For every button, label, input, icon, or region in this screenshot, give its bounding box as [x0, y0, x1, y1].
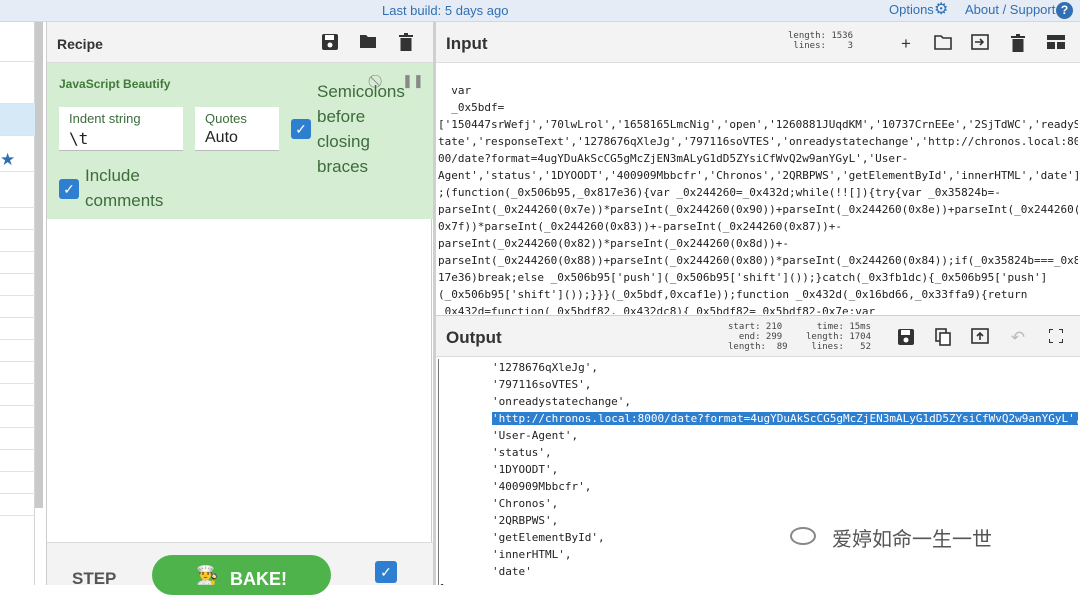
- code-line: var: [438, 84, 472, 97]
- bake-button[interactable]: 👨‍🍳 BAKE!: [152, 555, 331, 595]
- recipe-panel: Recipe JavaScript Beautify ⃠ ❚❚ Indent s…: [46, 22, 433, 595]
- code-line: 'status',: [439, 446, 552, 459]
- list-item[interactable]: [0, 230, 35, 252]
- operations-list: ★: [0, 22, 35, 585]
- last-build-text: Last build: 5 days ago: [382, 3, 509, 18]
- about-support-link[interactable]: About / Support: [965, 2, 1055, 17]
- step-button[interactable]: STEP: [72, 569, 116, 589]
- operation-name: JavaScript Beautify: [59, 77, 171, 91]
- list-item[interactable]: [0, 450, 35, 472]
- recipe-title: Recipe: [57, 36, 103, 52]
- copy-icon[interactable]: [933, 328, 953, 348]
- options-link[interactable]: Options: [889, 2, 934, 17]
- top-bar: Last build: 5 days ago Options ⚙ About /…: [0, 0, 1080, 22]
- star-icon[interactable]: ★: [0, 150, 15, 170]
- code-line: 'date': [439, 565, 532, 578]
- load-file-icon[interactable]: [970, 34, 990, 54]
- code-line: ;(function(_0x506b95,_0x817e36){var _0x2…: [438, 186, 1001, 199]
- folder-icon[interactable]: [358, 33, 378, 53]
- list-item[interactable]: [0, 340, 35, 362]
- recipe-header: Recipe: [47, 22, 433, 63]
- save-icon[interactable]: [320, 33, 340, 53]
- code-line: 'http://chronos.local:8000/date?format=4…: [439, 410, 1078, 427]
- semicolons-checkbox[interactable]: ✓: [291, 119, 311, 139]
- code-line: '797116soVTES',: [439, 378, 592, 391]
- open-folder-icon[interactable]: [933, 34, 953, 54]
- input-title: Input: [446, 34, 488, 53]
- plus-icon[interactable]: +: [896, 34, 916, 54]
- list-item[interactable]: [0, 208, 35, 230]
- list-item[interactable]: [0, 472, 35, 494]
- code-line: _0x5bdf=: [438, 101, 505, 114]
- selected-url-text[interactable]: 'http://chronos.local:8000/date?format=4…: [491, 412, 1078, 425]
- list-item[interactable]: [0, 252, 35, 274]
- indent-string-label: Indent string: [69, 111, 141, 126]
- output-title: Output: [446, 328, 502, 347]
- bake-label: BAKE!: [230, 569, 287, 589]
- operation-javascript-beautify: JavaScript Beautify ⃠ ❚❚ Indent string \…: [47, 63, 433, 219]
- code-line: parseInt(_0x244260(0x7e))*parseInt(_0x24…: [438, 203, 1078, 216]
- code-line: '1278676qXleJg',: [439, 361, 598, 374]
- code-line: Agent','status','1DYOODT','400909Mbbcfr'…: [438, 169, 1078, 182]
- trash-icon[interactable]: [1008, 34, 1028, 54]
- input-header: Input length: 1536 lines: 3 +: [436, 22, 1080, 63]
- quotes-select[interactable]: Quotes Auto: [195, 107, 279, 151]
- layout-icon[interactable]: [1046, 34, 1066, 54]
- replace-input-icon[interactable]: [970, 328, 990, 348]
- indent-string-field[interactable]: Indent string \t: [59, 107, 183, 151]
- output-header: Output start: 210 end: 299 length: 89 ti…: [436, 316, 1080, 357]
- code-line: 0x7f))*parseInt(_0x244260(0x83))+-parseI…: [438, 220, 842, 233]
- input-text-area[interactable]: var _0x5bdf= ['150447srWefj','70lwLrol','…: [438, 82, 1078, 314]
- code-line: 'Chronos',: [439, 497, 559, 510]
- code-line: (_0x506b95['shift']());}}}(_0x5bdf,0xcaf…: [438, 288, 1028, 301]
- scrollbar[interactable]: [35, 22, 43, 508]
- code-line: parseInt(_0x244260(0x88))+parseInt(_0x24…: [438, 254, 1078, 267]
- quotes-label: Quotes: [205, 111, 247, 126]
- code-line: _0x432d=function(_0x5bdf82,_0x432dc8){_0…: [438, 305, 876, 314]
- include-comments-label: Include comments: [85, 166, 164, 210]
- list-item[interactable]: [0, 104, 35, 136]
- include-comments-checkbox[interactable]: ✓: [59, 179, 79, 199]
- auto-bake-checkbox[interactable]: ✓: [375, 561, 397, 583]
- watermark-text: 爱婷如命一生一世: [832, 529, 992, 551]
- operations-header: [0, 22, 35, 62]
- maximize-icon[interactable]: [1046, 328, 1066, 348]
- save-icon[interactable]: [896, 328, 916, 348]
- list-item[interactable]: [0, 384, 35, 406]
- quotes-value[interactable]: Auto: [205, 129, 238, 147]
- list-item[interactable]: [0, 318, 35, 340]
- code-line: ['150447srWefj','70lwLrol','1658165LmcNi…: [438, 118, 1078, 131]
- list-item[interactable]: [0, 406, 35, 428]
- code-line: 17e36)break;else _0x506b95['push'](_0x50…: [438, 271, 1048, 284]
- list-item[interactable]: [0, 428, 35, 450]
- list-item[interactable]: [0, 172, 35, 208]
- selection-stats: start: 210 end: 299 length: 89: [728, 322, 788, 352]
- undo-icon[interactable]: ↶: [1008, 328, 1028, 348]
- wechat-icon: [790, 527, 816, 545]
- input-panel: Input length: 1536 lines: 3 + var _0x5bd…: [436, 22, 1080, 315]
- list-item[interactable]: [0, 494, 35, 516]
- input-stats: length: 1536 lines: 3: [788, 31, 854, 51]
- list-item[interactable]: [0, 274, 35, 296]
- question-icon[interactable]: ?: [1056, 2, 1073, 19]
- semicolons-label: Semicolons before closing braces: [317, 82, 405, 176]
- recipe-controls: STEP 👨‍🍳 BAKE! ✓: [47, 542, 433, 595]
- trash-icon[interactable]: [396, 33, 416, 53]
- output-stats: time: 15ms length: 1704 lines: 52: [806, 322, 872, 352]
- code-line: 'onreadystatechange',: [439, 395, 632, 408]
- chef-icon: 👨‍🍳: [196, 565, 219, 585]
- gear-icon[interactable]: ⚙: [934, 2, 948, 18]
- code-line: '400909Mbbcfr',: [439, 480, 592, 493]
- code-line: tate','responseText','1278676qXleJg','79…: [438, 135, 1078, 148]
- code-line: 00/date?format=4ugYDuAkScCG5gMcZjEN3mALy…: [438, 152, 909, 165]
- code-line: ]: [439, 580, 1078, 585]
- list-item[interactable]: [0, 296, 35, 318]
- code-line: 'User-Agent',: [439, 429, 579, 442]
- list-item[interactable]: [0, 62, 35, 104]
- indent-string-value[interactable]: \t: [69, 129, 88, 148]
- code-line: '1DYOODT',: [439, 463, 559, 476]
- code-line: parseInt(_0x244260(0x82))*parseInt(_0x24…: [438, 237, 789, 250]
- list-item[interactable]: [0, 362, 35, 384]
